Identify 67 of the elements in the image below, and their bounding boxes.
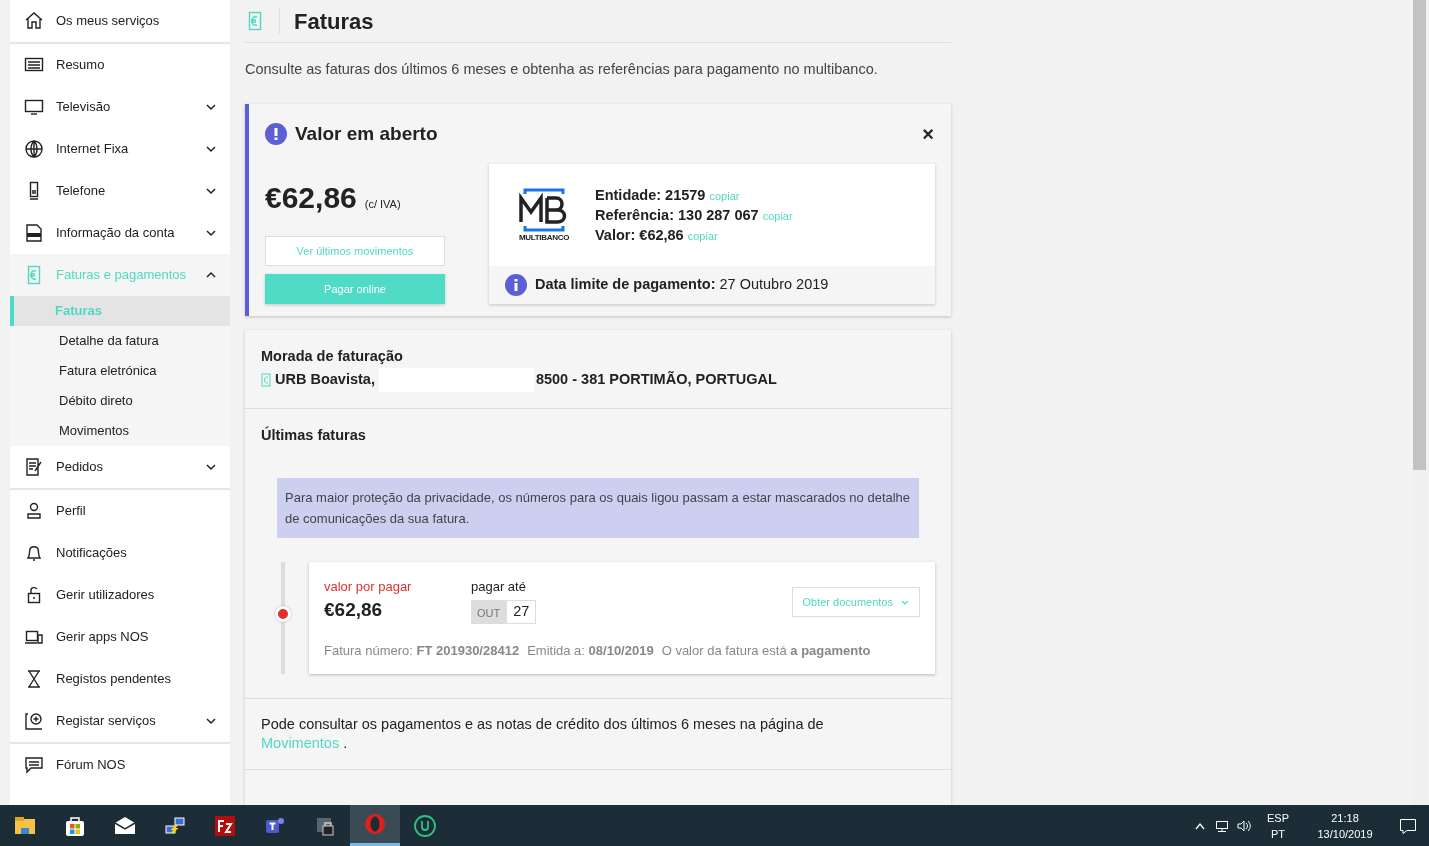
footer-text: Pode consultar os pagamentos e as notas de crédito dos últimos 6 meses na página de bbox=[261, 716, 824, 733]
scrollbar-thumb[interactable] bbox=[1413, 0, 1426, 470]
tax-note: (c/ IVA) bbox=[364, 197, 401, 213]
alert-icon bbox=[265, 123, 287, 145]
person-icon bbox=[24, 501, 44, 521]
sidebar-item[interactable]: Os meus serviços bbox=[10, 0, 230, 42]
taskbar-app[interactable] bbox=[350, 805, 400, 846]
u-circle-icon bbox=[413, 813, 437, 838]
page-title: Faturas bbox=[294, 7, 374, 36]
ftp-client-icon bbox=[213, 813, 237, 838]
reference-field: Entidade: 21579 bbox=[595, 187, 706, 204]
multibanco-logo: MULTIBANCO bbox=[517, 188, 571, 245]
globe-icon bbox=[24, 139, 44, 159]
invoice-amount: €62,86 bbox=[324, 598, 384, 623]
address-text: URB Boavista, bbox=[275, 370, 375, 390]
submenu-item[interactable]: Detalhe da fatura bbox=[10, 326, 230, 356]
deadline-text: Data limite de pagamento: 27 Outubro 2019 bbox=[535, 275, 829, 295]
notification-icon[interactable] bbox=[1399, 816, 1417, 835]
sidebar-item[interactable]: Gerir apps NOS bbox=[10, 616, 230, 658]
monitor-icon bbox=[24, 97, 44, 117]
alert-title: Valor em aberto bbox=[295, 121, 438, 146]
sidebar-item[interactable]: Registos pendentes bbox=[10, 658, 230, 700]
sidebar-item[interactable]: Fórum NOS bbox=[10, 744, 230, 786]
sidebar-item[interactable]: Resumo bbox=[10, 44, 230, 86]
sidebar-item[interactable]: Gerir utilizadores bbox=[10, 574, 230, 616]
sidebar-item[interactable]: Pedidos bbox=[10, 446, 230, 488]
status-dot bbox=[275, 605, 291, 622]
sidebar-item[interactable]: Televisão bbox=[10, 86, 230, 128]
privacy-notice: Para maior proteção da privacidade, os números para os quais ligou passam a estar mascarados no detalhe de comunicações da sua fatura. bbox=[277, 477, 919, 538]
invoice-meta: O valor da fatura está a pagamento bbox=[661, 641, 871, 660]
sidebar-item[interactable]: Registar serviços bbox=[10, 700, 230, 742]
due-day: 27 bbox=[506, 600, 537, 624]
network-icon[interactable] bbox=[1215, 818, 1229, 833]
bell-icon bbox=[24, 543, 44, 563]
form-icon bbox=[24, 457, 44, 477]
invoice-meta: Emitida a: 08/10/2019 bbox=[527, 641, 654, 660]
due-month: OUT bbox=[471, 600, 507, 624]
sidebar-item[interactable]: Telefone bbox=[10, 170, 230, 212]
sidebar-item[interactable]: Internet Fixa bbox=[10, 128, 230, 170]
page-subtitle: Consulte as faturas dos últimos 6 meses e obtenha as referências para pagamento no multibanco. bbox=[245, 60, 879, 79]
info-icon bbox=[505, 274, 527, 297]
clock[interactable]: 21:18 13/10/2019 bbox=[1313, 809, 1377, 842]
section-heading: Últimas faturas bbox=[261, 425, 367, 445]
address-text: 8500 - 381 PORTIMÃO, PORTUGAL bbox=[535, 370, 777, 390]
document-icon bbox=[24, 223, 44, 243]
footer-text: . bbox=[343, 735, 348, 752]
invoice-meta: Fatura número: FT 201930/28412 bbox=[324, 641, 520, 660]
sidebar-item[interactable]: Notificações bbox=[10, 532, 230, 574]
sidebar-item[interactable]: Perfil bbox=[10, 490, 230, 532]
reference-field: Referência: 130 287 067 bbox=[595, 207, 759, 224]
add-frame-icon bbox=[24, 711, 44, 731]
speaker-icon[interactable] bbox=[1237, 818, 1251, 833]
submenu-item[interactable]: Débito direto bbox=[10, 386, 230, 416]
browser-icon bbox=[363, 812, 387, 836]
due-label: pagar até bbox=[471, 577, 527, 596]
submenu-item[interactable]: Fatura eletrónica bbox=[10, 356, 230, 386]
section-heading: Morada de faturação bbox=[261, 347, 404, 367]
language-indicator[interactable]: ESP PT bbox=[1267, 809, 1289, 842]
euro-icon bbox=[261, 373, 271, 387]
reference-field: Valor: €62,86 bbox=[595, 227, 684, 244]
sidebar-item[interactable]: Informação da conta bbox=[10, 212, 230, 254]
amount: €62,86 bbox=[265, 180, 357, 217]
submenu-item[interactable]: Movimentos bbox=[10, 416, 230, 446]
close-button[interactable]: × bbox=[921, 123, 935, 145]
chat-icon bbox=[24, 755, 44, 775]
home-icon bbox=[24, 11, 44, 31]
status-label: valor por pagar bbox=[324, 577, 413, 596]
